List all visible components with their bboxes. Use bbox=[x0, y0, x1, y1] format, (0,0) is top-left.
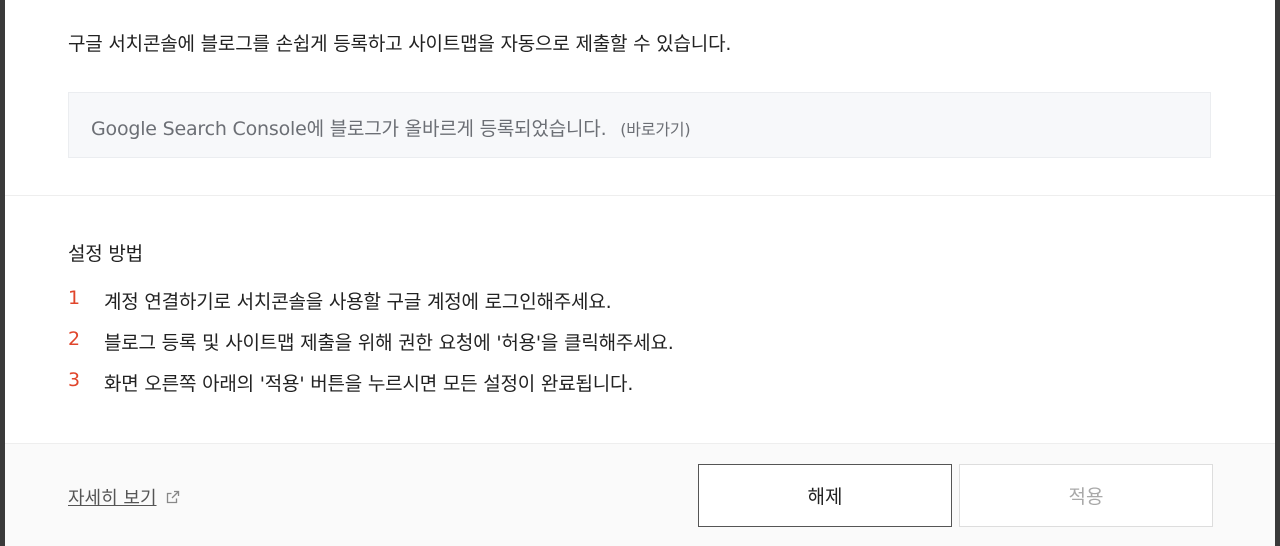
shortcut-link[interactable]: (바로가기) bbox=[620, 120, 690, 139]
release-button[interactable]: 해제 bbox=[698, 464, 952, 527]
external-link-icon bbox=[165, 489, 181, 505]
setup-steps: 1 계정 연결하기로 서치콘솔을 사용할 구글 계정에 로그인해주세요. 2 블… bbox=[68, 287, 674, 410]
step-text: 화면 오른쪽 아래의 '적용' 버튼을 누르시면 모든 설정이 완료됩니다. bbox=[104, 373, 634, 395]
more-info-label: 자세히 보기 bbox=[68, 488, 157, 509]
dialog-description: 구글 서치콘솔에 블로그를 손쉽게 등록하고 사이트맵을 자동으로 제출할 수 … bbox=[68, 33, 732, 55]
setup-step: 2 블로그 등록 및 사이트맵 제출을 위해 권한 요청에 '허용'을 클릭해주… bbox=[68, 328, 674, 369]
registration-status-box: Google Search Console에 블로그가 올바르게 등록되었습니다… bbox=[68, 92, 1211, 158]
step-number: 3 bbox=[68, 369, 80, 391]
section-divider bbox=[5, 195, 1275, 196]
setup-step: 3 화면 오른쪽 아래의 '적용' 버튼을 누르시면 모든 설정이 완료됩니다. bbox=[68, 369, 674, 410]
step-number: 2 bbox=[68, 328, 80, 350]
registration-status: Google Search Console에 블로그가 올바르게 등록되었습니다… bbox=[91, 114, 691, 141]
registration-status-message: Google Search Console에 블로그가 올바르게 등록되었습니다… bbox=[91, 118, 607, 140]
step-number: 1 bbox=[68, 287, 80, 309]
apply-button[interactable]: 적용 bbox=[959, 464, 1213, 527]
search-console-dialog: 구글 서치콘솔에 블로그를 손쉽게 등록하고 사이트맵을 자동으로 제출할 수 … bbox=[5, 0, 1275, 546]
setup-title: 설정 방법 bbox=[68, 243, 143, 265]
more-info-link[interactable]: 자세히 보기 bbox=[68, 484, 181, 510]
step-text: 블로그 등록 및 사이트맵 제출을 위해 권한 요청에 '허용'을 클릭해주세요… bbox=[104, 332, 674, 354]
setup-step: 1 계정 연결하기로 서치콘솔을 사용할 구글 계정에 로그인해주세요. bbox=[68, 287, 674, 328]
step-text: 계정 연결하기로 서치콘솔을 사용할 구글 계정에 로그인해주세요. bbox=[104, 291, 612, 313]
dialog-footer: 자세히 보기 해제 적용 bbox=[5, 443, 1275, 546]
